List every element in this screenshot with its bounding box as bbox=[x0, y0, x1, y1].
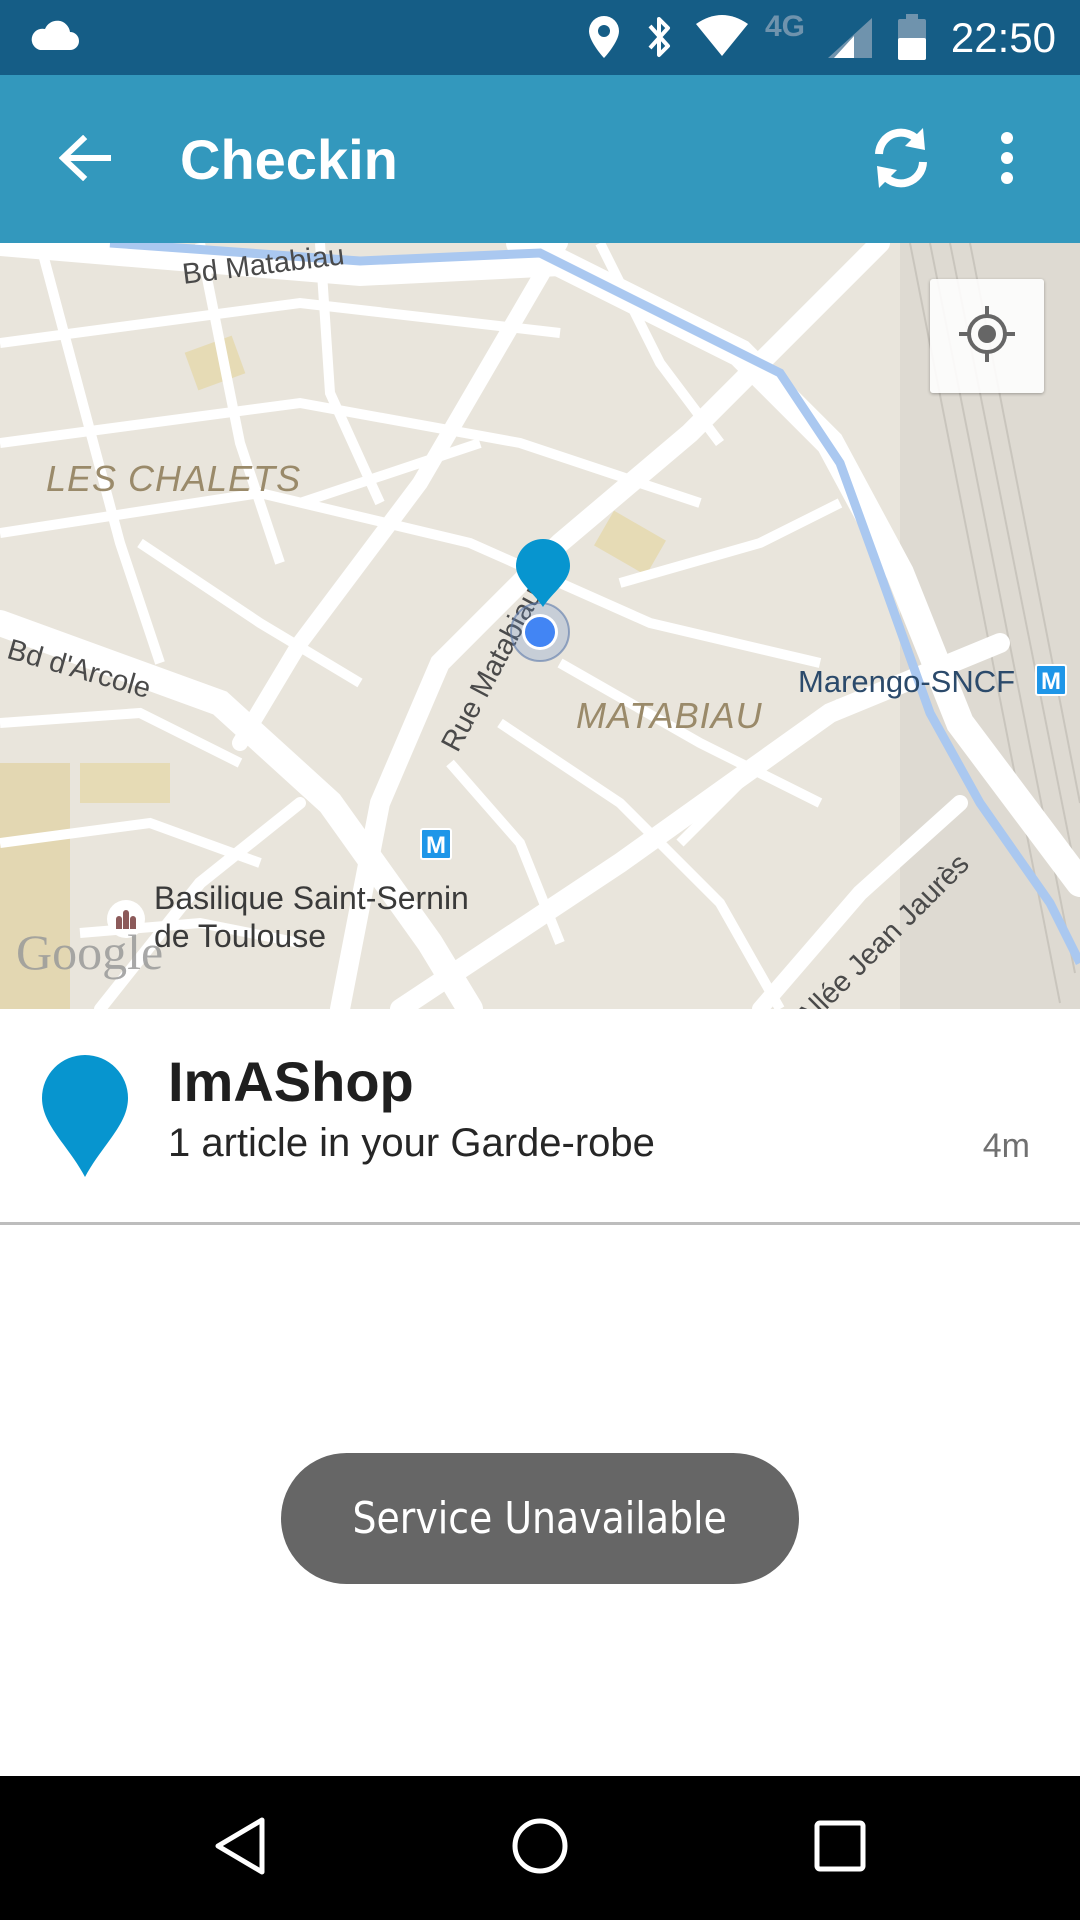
status-bar: 4G 22:50 bbox=[0, 0, 1080, 75]
metro-marker[interactable]: M bbox=[1035, 664, 1067, 696]
arrow-back-icon bbox=[58, 134, 112, 186]
my-location-icon bbox=[957, 304, 1017, 369]
refresh-icon bbox=[865, 122, 937, 199]
nav-recents-button[interactable] bbox=[794, 1802, 886, 1894]
shop-timestamp: 4m bbox=[982, 1127, 1030, 1165]
screen: 4G 22:50 Checkin Bd Matabiau LES CHALETS… bbox=[0, 0, 1080, 1920]
signal-icon bbox=[826, 16, 874, 65]
location-icon bbox=[587, 14, 621, 65]
back-button[interactable] bbox=[40, 115, 130, 205]
metro-marker[interactable]: M bbox=[420, 828, 452, 860]
map-label-marengo-sncf: Marengo-SNCF bbox=[798, 664, 1016, 699]
location-pin-icon bbox=[40, 1053, 130, 1184]
overflow-menu-button[interactable] bbox=[962, 115, 1052, 205]
list-item[interactable]: ImAShop 1 article in your Garde-robe 4m bbox=[0, 1009, 1080, 1225]
page-title: Checkin bbox=[180, 128, 398, 191]
nav-recents-icon bbox=[813, 1819, 867, 1878]
refresh-button[interactable] bbox=[856, 115, 946, 205]
shop-name: ImAShop bbox=[168, 1050, 414, 1113]
wifi-icon bbox=[694, 14, 750, 63]
nav-back-icon bbox=[212, 1816, 268, 1881]
map-label-basilique: Basilique Saint-Sernin de Toulouse bbox=[154, 879, 469, 955]
google-attribution: Google bbox=[16, 924, 164, 980]
more-vert-icon bbox=[999, 131, 1015, 189]
map-pin-icon[interactable] bbox=[514, 537, 572, 614]
toast-message: Service Unavailable bbox=[281, 1453, 799, 1584]
map-view[interactable]: Bd Matabiau LES CHALETS Bd d'Arcole Rue … bbox=[0, 243, 1080, 1009]
map-label-les-chalets: LES CHALETS bbox=[46, 458, 302, 499]
map-label-basilique-line2: de Toulouse bbox=[154, 918, 326, 954]
app-bar: Checkin bbox=[0, 75, 1080, 243]
nav-home-icon bbox=[510, 1816, 570, 1881]
battery-icon bbox=[896, 12, 928, 67]
bluetooth-icon bbox=[644, 14, 674, 65]
nav-back-button[interactable] bbox=[194, 1802, 286, 1894]
toast-text: Service Unavailable bbox=[352, 1493, 728, 1544]
map-label-basilique-line1: Basilique Saint-Sernin bbox=[154, 880, 469, 916]
cloud-icon bbox=[28, 20, 80, 57]
map-label-matabiau: MATABIAU bbox=[576, 695, 763, 736]
shop-description: 1 article in your Garde-robe bbox=[168, 1121, 655, 1165]
network-type-label: 4G bbox=[765, 10, 806, 43]
status-time: 22:50 bbox=[950, 14, 1056, 61]
my-location-button[interactable] bbox=[930, 279, 1044, 393]
navigation-bar bbox=[0, 1776, 1080, 1920]
nav-home-button[interactable] bbox=[494, 1802, 586, 1894]
